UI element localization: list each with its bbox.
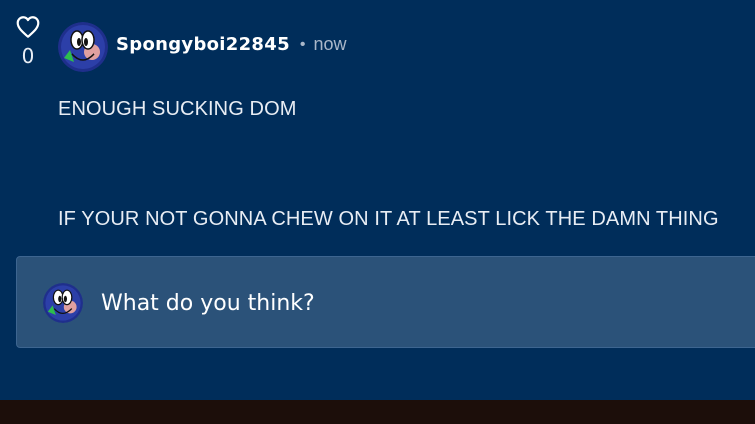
- avatar-face-icon: [58, 22, 108, 72]
- header-separator: •: [299, 35, 306, 53]
- reply-composer[interactable]: [16, 256, 755, 348]
- post-header: Spongyboi22845 • now: [116, 34, 347, 55]
- heart-icon[interactable]: [15, 14, 41, 40]
- reply-input[interactable]: [101, 287, 701, 319]
- avatar-face-icon: [43, 283, 83, 323]
- current-user-avatar: [43, 283, 83, 323]
- author-avatar[interactable]: [58, 22, 108, 72]
- comment-text-line-2: IF YOUR NOT GONNA CHEW ON IT AT LEAST LI…: [58, 208, 719, 230]
- like-count: 0: [21, 44, 35, 68]
- author-username[interactable]: Spongyboi22845: [116, 34, 290, 55]
- post-timestamp: now: [313, 34, 347, 54]
- bottom-bar: [0, 400, 755, 424]
- comment-text-line-1: ENOUGH SUCKING DOM: [58, 98, 297, 120]
- like-control: 0: [12, 14, 44, 66]
